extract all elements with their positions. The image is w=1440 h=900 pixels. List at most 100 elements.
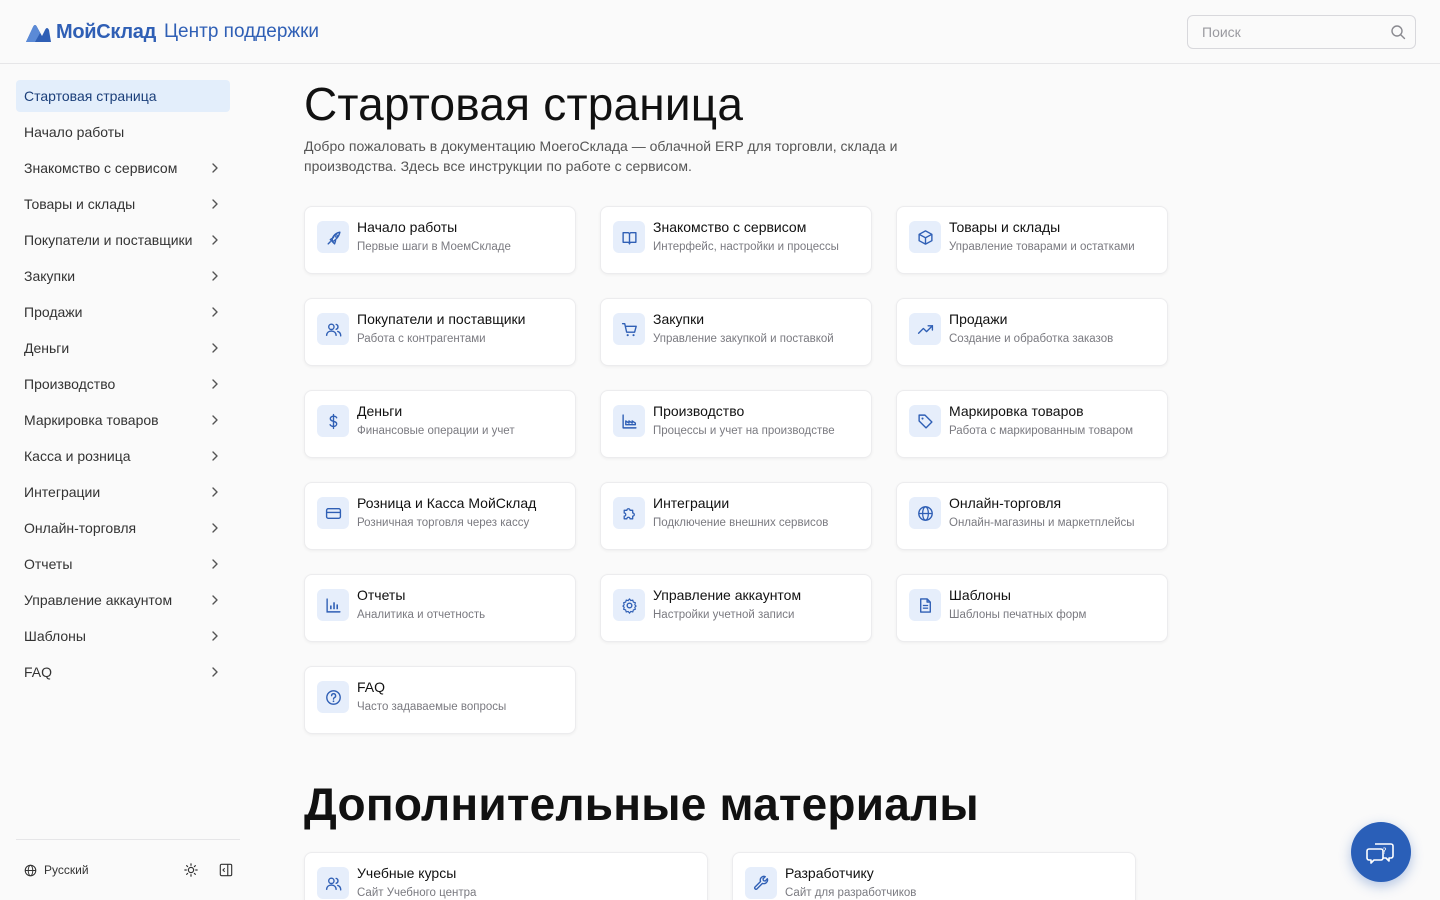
chevron-right-icon[interactable] — [208, 485, 222, 499]
sidebar-item[interactable]: Шаблоны — [16, 620, 230, 652]
logo-mark-icon — [26, 25, 51, 42]
chevron-right-icon[interactable] — [208, 449, 222, 463]
rocket-icon — [326, 230, 341, 245]
sidebar-item[interactable]: Стартовая страница — [16, 80, 230, 112]
chat-question-icon: ? — [1366, 843, 1394, 864]
chevron-right-icon[interactable] — [208, 197, 222, 211]
sidebar-footer: Русский — [16, 839, 240, 900]
sidebar-item-label: Закупки — [24, 268, 76, 284]
sidebar-item-label: Товары и склады — [24, 196, 136, 212]
section-card[interactable]: Интеграции Подключение внешних сервисов — [600, 482, 872, 550]
sidebar-item-label: Знакомство с сервисом — [24, 160, 178, 176]
section-card[interactable]: Покупатели и поставщики Работа с контраге… — [304, 298, 576, 366]
language-label: Русский — [44, 863, 89, 877]
chevron-right-icon[interactable] — [208, 557, 222, 571]
section-card[interactable]: Деньги Финансовые операции и учет — [304, 390, 576, 458]
sidebar-nav: Стартовая страница Начало работы Знакомств… — [16, 80, 230, 692]
chevron-right-icon[interactable] — [208, 269, 222, 283]
logo[interactable]: МойСклад Центр поддержки — [24, 17, 319, 47]
sidebar-item[interactable]: Знакомство с сервисом — [16, 152, 230, 184]
sidebar-item[interactable]: Деньги — [16, 332, 230, 364]
box-icon — [917, 229, 933, 245]
sidebar-item[interactable]: Товары и склады — [16, 188, 230, 220]
sidebar-item[interactable]: FAQ — [16, 656, 230, 688]
sidebar-item[interactable]: Производство — [16, 368, 230, 400]
sidebar-item[interactable]: Начало работы — [16, 116, 230, 148]
search-input[interactable] — [1188, 16, 1368, 48]
card-title: Управление аккаунтом — [653, 587, 802, 603]
chevron-right-icon[interactable] — [208, 521, 222, 535]
globe-icon — [917, 505, 933, 521]
section-card[interactable]: Маркировка товаров Работа с маркированным… — [896, 390, 1168, 458]
wrench-icon — [745, 867, 777, 899]
brand-subtitle: Центр поддержки — [164, 21, 320, 42]
search-box[interactable] — [1187, 15, 1416, 49]
tag-icon — [917, 413, 933, 429]
section-card[interactable]: Розница и Касса МойСклад Розничная торгов… — [304, 482, 576, 550]
search-icon[interactable] — [1390, 24, 1406, 40]
card-title: Деньги — [357, 403, 403, 419]
chevron-right-icon[interactable] — [208, 161, 222, 175]
card-icon-wrap — [317, 589, 349, 621]
question-icon — [325, 689, 341, 705]
section-card[interactable]: Производство Процессы и учет на производс… — [600, 390, 872, 458]
chevron-right-icon[interactable] — [208, 377, 222, 391]
sidebar-item-label: Начало работы — [24, 124, 125, 140]
section-card[interactable]: Продажи Создание и обработка заказов — [896, 298, 1168, 366]
chevron-right-icon[interactable] — [208, 233, 222, 247]
card-description: Управление закупкой и поставкой — [653, 333, 834, 345]
brand-name: МойСклад — [56, 20, 156, 43]
language-switcher[interactable]: Русский — [24, 863, 89, 877]
sun-icon[interactable] — [184, 863, 198, 877]
sidebar-item-label: Маркировка товаров — [24, 412, 159, 428]
card-training-courses[interactable]: Учебные курсы Сайт Учебного центра — [304, 852, 708, 900]
card-title: Начало работы — [357, 219, 458, 235]
card-icon-wrap — [613, 589, 645, 621]
sidebar-item[interactable]: Закупки — [16, 260, 230, 292]
chevron-right-icon[interactable] — [208, 629, 222, 643]
sidebar-item-label: Продажи — [24, 304, 83, 320]
card-description: Работа с маркированным товаром — [949, 425, 1134, 437]
card-developers[interactable]: Разработчику Сайт для разработчиков — [732, 852, 1136, 900]
sidebar-item[interactable]: Касса и розница — [16, 440, 230, 472]
card-title: Товары и склады — [949, 219, 1061, 235]
sidebar-item[interactable]: Отчеты — [16, 548, 230, 580]
section-card[interactable]: Знакомство с сервисом Интерфейс, настройк… — [600, 206, 872, 274]
card-icon-wrap — [317, 497, 349, 529]
chevron-right-icon[interactable] — [208, 341, 222, 355]
sidebar-item[interactable]: Маркировка товаров — [16, 404, 230, 436]
sidebar-item-label: Стартовая страница — [24, 88, 157, 104]
card-title: Розница и Касса МойСклад — [357, 495, 537, 511]
section-card[interactable]: Начало работы Первые шаги в МоемСкладе — [304, 206, 576, 274]
card-description: Работа с контрагентами — [357, 333, 486, 345]
users-icon — [317, 867, 349, 899]
section-card[interactable]: FAQ Часто задаваемые вопросы — [304, 666, 576, 734]
chevron-right-icon[interactable] — [208, 665, 222, 679]
sidebar-item-label: Управление аккаунтом — [24, 592, 173, 608]
chevron-right-icon[interactable] — [208, 305, 222, 319]
sidebar-item[interactable]: Покупатели и поставщики — [16, 224, 230, 256]
support-chat-button[interactable]: ? — [1351, 822, 1411, 882]
section-card[interactable]: Шаблоны Шаблоны печатных форм — [896, 574, 1168, 642]
section-card[interactable]: Отчеты Аналитика и отчетность — [304, 574, 576, 642]
card-description: Часто задаваемые вопросы — [357, 701, 507, 713]
card-title: Отчеты — [357, 587, 406, 603]
sidebar-item[interactable]: Интеграции — [16, 476, 230, 508]
card-description: Шаблоны печатных форм — [949, 609, 1087, 621]
section-card[interactable]: Закупки Управление закупкой и поставкой — [600, 298, 872, 366]
card-title: Закупки — [653, 311, 705, 327]
sidebar-item-label: Онлайн-торговля — [24, 520, 137, 536]
sidebar-item[interactable]: Управление аккаунтом — [16, 584, 230, 616]
section-card[interactable]: Товары и склады Управление товарами и ост… — [896, 206, 1168, 274]
chevron-right-icon[interactable] — [208, 593, 222, 607]
section-card[interactable]: Управление аккаунтом Настройки учетной за… — [600, 574, 872, 642]
sidebar-item[interactable]: Онлайн-торговля — [16, 512, 230, 544]
card-icon-wrap — [317, 313, 349, 345]
chevron-right-icon[interactable] — [208, 413, 222, 427]
trend-icon — [917, 324, 933, 334]
section-card[interactable]: Онлайн-торговля Онлайн-магазины и маркетп… — [896, 482, 1168, 550]
extra-materials-title: Дополнительные материалы — [304, 778, 979, 830]
main-content: Стартовая страница Добро пожаловать в до… — [304, 76, 1204, 176]
sidebar-toggle-icon[interactable] — [219, 863, 233, 877]
sidebar-item[interactable]: Продажи — [16, 296, 230, 328]
